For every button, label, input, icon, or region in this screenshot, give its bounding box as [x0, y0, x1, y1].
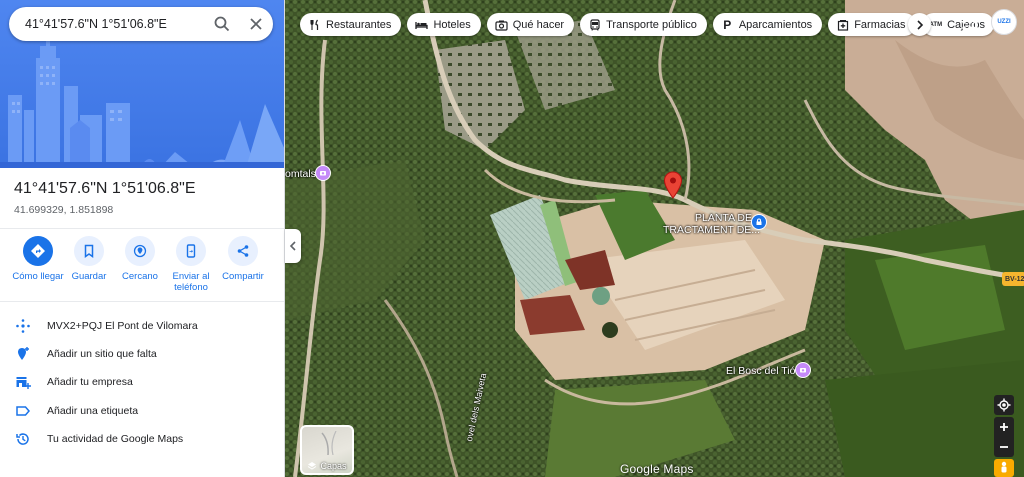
place-decimal-coords: 41.699329, 1.851898: [14, 204, 114, 216]
chip-pharmacies[interactable]: Farmacias: [828, 13, 916, 36]
chip-parking[interactable]: P Aparcamientos: [712, 13, 823, 36]
plus-code-text: MVX2+PQJ El Pont de Vilomara: [47, 320, 198, 333]
map-label-comtals[interactable]: omtals: [285, 168, 316, 180]
collapse-panel-button[interactable]: [285, 229, 301, 263]
poi-park-icon[interactable]: [795, 362, 811, 378]
add-label-text: Añadir una etiqueta: [47, 404, 139, 417]
save-label: Guardar: [71, 271, 107, 282]
poi-comtals-icon[interactable]: [315, 165, 331, 181]
send-to-phone-label: Enviar al teléfono: [172, 271, 210, 293]
divider: [0, 228, 284, 229]
add-business-icon: [14, 373, 32, 391]
atm-icon: ATM: [929, 21, 943, 28]
avatar-text: UZZI: [997, 19, 1011, 25]
nearby-icon: [133, 244, 147, 258]
parking-icon: P: [723, 17, 732, 32]
chip-restaurants-label: Restaurantes: [326, 18, 392, 31]
add-business-text: Añadir tu empresa: [47, 376, 133, 389]
pharmacy-icon: [836, 18, 849, 31]
close-icon[interactable]: [239, 7, 273, 41]
plus-icon: [1000, 423, 1008, 431]
save-button[interactable]: Guardar: [61, 236, 117, 282]
map-label-plant-line1[interactable]: PLANTA DE: [695, 212, 752, 224]
add-place-text: Añadir un sitio que falta: [47, 348, 157, 361]
chevron-left-icon: [289, 241, 296, 251]
account-avatar[interactable]: UZZI: [991, 9, 1017, 35]
add-label-row[interactable]: Añadir una etiqueta: [0, 397, 284, 425]
send-to-phone-icon: [186, 244, 196, 258]
chip-pharmacies-label: Farmacias: [854, 18, 906, 31]
hotel-icon: [415, 18, 429, 31]
my-location-button[interactable]: [994, 395, 1014, 415]
directions-button[interactable]: Cómo llegar: [10, 236, 66, 282]
add-place-row[interactable]: Añadir un sitio que falta: [0, 340, 284, 368]
search-box[interactable]: 41°41'57.6"N 1°51'06.8"E: [9, 7, 273, 41]
nearby-button[interactable]: Cercano: [112, 236, 168, 282]
government-poi-icon[interactable]: [751, 214, 767, 230]
share-button[interactable]: Compartir: [215, 236, 271, 282]
activity-text: Tu actividad de Google Maps: [47, 432, 184, 445]
history-icon: [14, 430, 32, 448]
map-label-bosc[interactable]: El Bosc del Tió: [726, 365, 795, 377]
map-label-plant-line2[interactable]: TRACTAMENT DE...: [663, 224, 760, 236]
chip-atms[interactable]: ATM Cajeros: [921, 13, 994, 36]
directions-label: Cómo llegar: [12, 271, 64, 282]
layers-button[interactable]: Capas: [300, 425, 354, 475]
street-view-pegman[interactable]: [994, 459, 1014, 477]
label-icon: [14, 402, 32, 420]
minus-icon: [1000, 446, 1008, 448]
layers-label: Capas: [320, 461, 347, 471]
restaurant-icon: [308, 18, 321, 31]
chip-hotels[interactable]: Hoteles: [407, 13, 481, 36]
nearby-label: Cercano: [122, 271, 158, 282]
add-place-icon: [14, 345, 32, 363]
info-list: MVX2+PQJ El Pont de Vilomara Añadir un s…: [0, 312, 284, 453]
zoom-out-button[interactable]: [994, 437, 1014, 457]
activity-row[interactable]: Tu actividad de Google Maps: [0, 425, 284, 453]
add-business-row[interactable]: Añadir tu empresa: [0, 368, 284, 396]
my-location-icon: [997, 398, 1011, 412]
search-icon[interactable]: [205, 7, 239, 41]
search-input[interactable]: 41°41'57.6"N 1°51'06.8"E: [25, 17, 205, 31]
chip-hotels-label: Hoteles: [433, 18, 471, 31]
plus-code-row[interactable]: MVX2+PQJ El Pont de Vilomara: [0, 312, 284, 340]
location-pin-icon[interactable]: [663, 171, 683, 199]
action-bar: Cómo llegar Guardar Cercano Enviar al te…: [0, 236, 284, 298]
layers-icon: [308, 462, 317, 470]
google-maps-logo: Google Maps: [620, 462, 694, 476]
chip-parking-label: Aparcamientos: [738, 18, 813, 31]
zoom-controls: [994, 417, 1014, 457]
chips-next-button[interactable]: [908, 13, 931, 36]
chip-things-to-do-label: Qué hacer: [512, 18, 565, 31]
camera-icon: [495, 18, 508, 31]
share-label: Compartir: [222, 271, 264, 282]
chip-things-to-do[interactable]: Qué hacer: [486, 13, 575, 36]
satellite-map[interactable]: PLANTA DE TRACTAMENT DE... El Bosc del T…: [285, 0, 1024, 477]
divider: [0, 301, 284, 302]
directions-icon: [31, 244, 45, 258]
chevron-right-icon: [916, 19, 923, 30]
pegman-icon: [1001, 461, 1007, 473]
chip-transit-label: Transporte público: [606, 18, 697, 31]
place-title: 41°41'57.6"N 1°51'06.8"E: [14, 180, 196, 197]
share-icon: [237, 245, 249, 257]
zoom-in-button[interactable]: [994, 417, 1014, 437]
plus-code-icon: [14, 317, 32, 335]
chip-transit[interactable]: Transporte público: [580, 13, 707, 36]
road-shield: BV-12: [1002, 272, 1024, 286]
bookmark-icon: [84, 244, 94, 258]
side-panel: 41°41'57.6"N 1°51'06.8"E 41°41'57.6"N 1°…: [0, 0, 285, 477]
chip-restaurants[interactable]: Restaurantes: [300, 13, 402, 36]
category-chips: Restaurantes Hoteles Qué hacer Transport…: [300, 13, 994, 36]
google-apps-icon[interactable]: [960, 12, 980, 32]
send-to-phone-button[interactable]: Enviar al teléfono: [163, 236, 219, 293]
transit-icon: [588, 18, 601, 31]
